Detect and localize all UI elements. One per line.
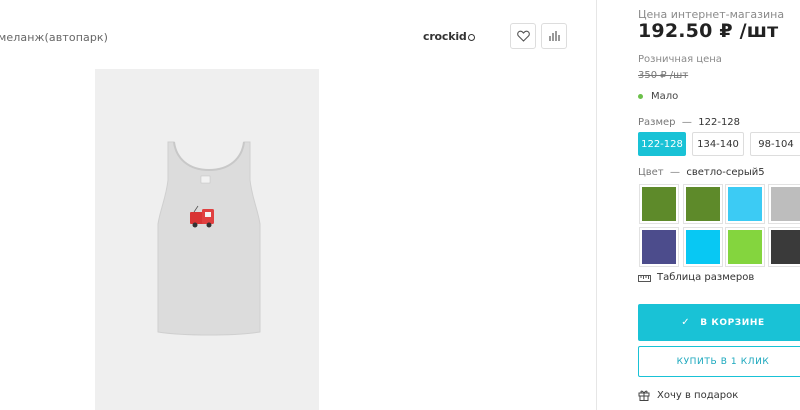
heart-icon xyxy=(516,30,530,42)
size-table-link[interactable]: Таблица размеров xyxy=(638,272,754,283)
gift-icon xyxy=(638,390,650,401)
favorite-button[interactable] xyxy=(510,23,536,49)
color-selected-value: светло-серый5 xyxy=(686,167,765,178)
size-table-label: Таблица размеров xyxy=(657,272,755,283)
tank-top-with-truck-print-icon xyxy=(157,141,261,336)
color-swatch[interactable] xyxy=(768,227,800,267)
brand-name: crockid xyxy=(423,30,467,43)
gift-wish-link[interactable]: Хочу в подарок xyxy=(638,389,738,401)
brand-logo[interactable]: crockid xyxy=(423,30,475,43)
size-separator: — xyxy=(681,117,692,128)
buy-one-click-label: КУПИТЬ В 1 КЛИК xyxy=(676,356,770,367)
size-label: Размер — 122-128 xyxy=(638,117,740,128)
product-image[interactable] xyxy=(95,69,319,410)
product-gallery-panel: меланж(автопарк) crockid xyxy=(0,0,596,410)
color-swatch[interactable] xyxy=(639,227,679,267)
color-swatch[interactable] xyxy=(683,184,723,224)
color-separator: — xyxy=(670,167,680,178)
size-selected-value: 122-128 xyxy=(698,117,741,128)
size-option-134-140[interactable]: 134-140 xyxy=(692,132,744,156)
color-swatch[interactable] xyxy=(725,184,765,224)
in-cart-label: В КОРЗИНЕ xyxy=(700,317,765,328)
retail-price-label: Розничная цена xyxy=(638,54,722,65)
stock-status-label: Мало xyxy=(651,91,679,102)
color-label-text: Цвет xyxy=(638,167,664,178)
gift-wish-label: Хочу в подарок xyxy=(657,389,739,401)
retail-price: 350 ₽ /шт xyxy=(638,70,689,81)
bar-chart-compare-icon xyxy=(549,31,560,41)
color-swatch[interactable] xyxy=(725,227,765,267)
compare-button[interactable] xyxy=(541,23,567,49)
ruler-icon xyxy=(638,274,651,282)
online-price: 192.50 ₽ /шт xyxy=(638,20,779,42)
color-swatch[interactable] xyxy=(683,227,723,267)
stock-dot-icon xyxy=(638,94,643,99)
color-swatch[interactable] xyxy=(768,184,800,224)
product-subtitle: меланж(автопарк) xyxy=(0,31,109,44)
size-option-122-128[interactable]: 122-128 xyxy=(638,132,686,156)
buy-one-click-button[interactable]: КУПИТЬ В 1 КЛИК xyxy=(638,346,800,377)
size-label-text: Размер xyxy=(638,117,676,128)
color-label: Цвет — светло-серый5 xyxy=(638,167,765,178)
in-cart-button[interactable]: ✓ В КОРЗИНЕ xyxy=(638,304,800,341)
size-options: 122-128 134-140 98-104 xyxy=(638,132,800,156)
crockid-logo-circle-icon xyxy=(467,34,475,41)
stock-status: Мало xyxy=(638,91,678,102)
check-icon: ✓ xyxy=(681,317,691,328)
size-option-98-104[interactable]: 98-104 xyxy=(750,132,800,156)
purchase-panel: Цена интернет-магазина 192.50 ₽ /шт Розн… xyxy=(597,0,800,410)
color-swatch[interactable] xyxy=(639,184,679,224)
